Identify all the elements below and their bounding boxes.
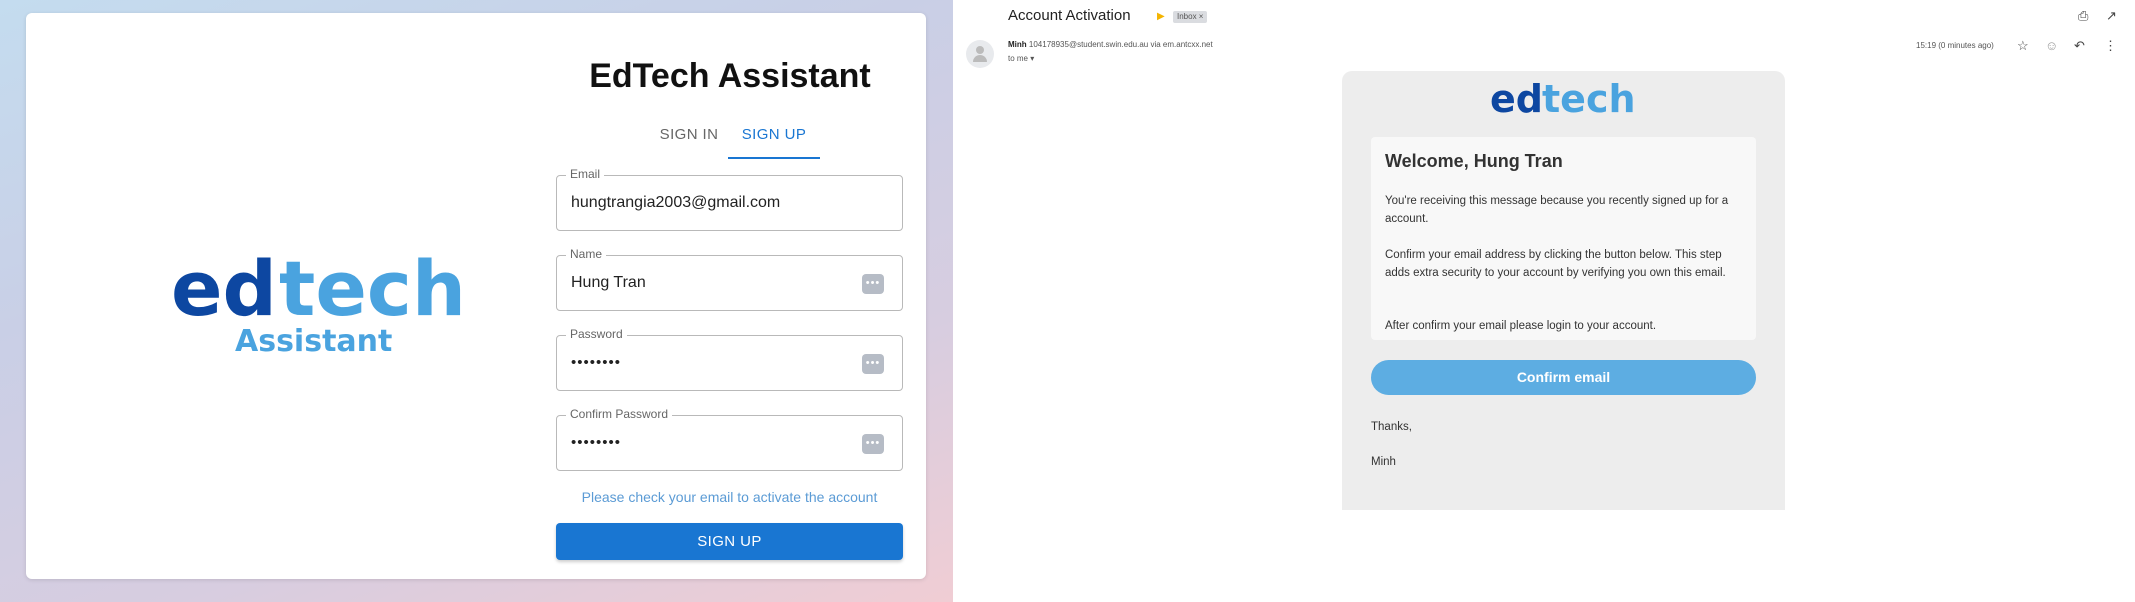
sender-line: Minh 104178935@student.swin.edu.au via e… [1008,40,1213,49]
inbox-label-chip[interactable]: Inbox × [1173,11,1208,23]
email-paragraph: After confirm your email please login to… [1385,320,1657,332]
name-field-label: Name [566,247,607,261]
password-manager-icon[interactable]: ••• [862,274,884,294]
sender-name[interactable]: Minh [1008,40,1027,49]
email-timestamp: 15:19 (0 minutes ago) [1916,41,1994,50]
password-field[interactable]: Password •••••••• ••• [556,327,903,391]
email-greeting: Welcome, Hung Tran [1385,151,1563,171]
logo-subtitle: Assistant [235,324,392,359]
email-closing: Thanks, [1371,421,1412,433]
logo-word-ed: ed [171,244,277,333]
email-field-value[interactable]: hungtrangia2003@gmail.com [571,194,780,212]
more-options-icon[interactable]: ⋮ [2104,38,2117,54]
name-field[interactable]: Name Hung Tran ••• [556,247,903,311]
sender-avatar [966,40,994,68]
reply-icon[interactable]: ↶ [2074,38,2085,54]
email-body: ed tech Welcome, Hung Tran You're receiv… [1342,71,1785,510]
print-icon[interactable]: ⎙ [2078,8,2088,24]
edtech-logo: ed tech Assistant [171,244,466,359]
password-field-label: Password [566,327,627,341]
recipient-dropdown[interactable]: to me ▾ [1008,54,1034,63]
app-title: EdTech Assistant [589,57,871,95]
tab-sign-up[interactable]: SIGN UP [728,123,820,159]
star-icon[interactable]: ☆ [2017,38,2029,54]
email-signature: Minh [1371,456,1396,468]
email-edtech-logo: ed tech [1490,80,1636,120]
logo-word-tech: tech [279,244,466,333]
email-message-box: Welcome, Hung Tran You're receiving this… [1371,137,1756,340]
email-field-label: Email [566,167,605,181]
sign-up-button[interactable]: SIGN UP [556,523,903,560]
email-logo-word-tech: tech [1542,80,1636,120]
confirm-email-button[interactable]: Confirm email [1371,360,1756,395]
signup-card: ed tech Assistant EdTech Assistant SIGN … [26,13,926,579]
password-manager-icon[interactable]: ••• [862,434,884,454]
open-new-window-icon[interactable]: ↗ [2106,8,2117,24]
email-paragraph: Confirm your email address by clicking t… [1385,249,1726,279]
confirm-password-field-label: Confirm Password [566,407,673,421]
email-logo-word-ed: ed [1490,80,1543,120]
password-field-value[interactable]: •••••••• [571,354,621,371]
tab-sign-in[interactable]: SIGN IN [646,123,732,159]
emoji-reaction-icon[interactable]: ☺ [2045,38,2058,53]
important-marker-icon[interactable]: ▶ [1157,11,1165,22]
status-message: Please check your email to activate the … [581,489,878,505]
email-paragraph: You're receiving this message because yo… [1385,195,1729,225]
name-field-value[interactable]: Hung Tran [571,274,646,292]
email-field[interactable]: Email hungtrangia2003@gmail.com [556,167,903,231]
confirm-password-field-value[interactable]: •••••••• [571,434,621,451]
password-manager-icon[interactable]: ••• [862,354,884,374]
sender-address: 104178935@student.swin.edu.au via em.ant… [1028,40,1213,49]
email-subject: Account Activation [1008,7,1131,24]
confirm-password-field[interactable]: Confirm Password •••••••• ••• [556,407,903,471]
